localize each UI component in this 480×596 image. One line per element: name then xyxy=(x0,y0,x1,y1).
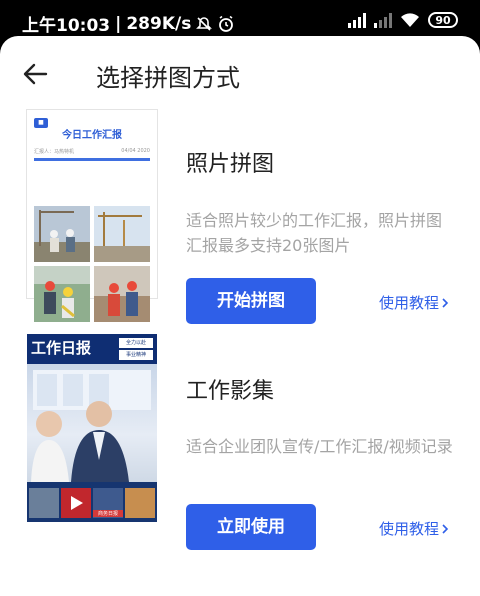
battery-icon: 90 xyxy=(428,12,458,28)
photo-collage-thumbnail[interactable]: ■ 今日工作汇报 汇报人：马热特机 04/04 2020 xyxy=(27,110,157,322)
album-tag: 事业精神 xyxy=(119,350,153,360)
network-speed: 289K/s xyxy=(126,13,192,34)
album-photo-strip: 商务日报 xyxy=(27,482,157,522)
construction-photo xyxy=(34,266,90,322)
back-arrow-icon[interactable] xyxy=(20,58,52,90)
tutorial-link-label: 使用教程 xyxy=(379,520,440,538)
card-description-photo-collage: 适合照片较少的工作汇报，照片拼图汇报最多支持20张图片 xyxy=(186,211,443,255)
signal-icon xyxy=(348,12,366,28)
start-collage-button[interactable]: 开始拼图 xyxy=(186,278,316,324)
chevron-right-icon xyxy=(442,297,449,308)
tutorial-link-work-album[interactable]: 使用教程 xyxy=(379,518,449,539)
thumb-divider xyxy=(34,158,150,161)
use-now-button[interactable]: 立即使用 xyxy=(186,504,316,550)
signal-2-icon xyxy=(374,12,392,28)
status-bar: 上午10:03 | 289K/s 90 xyxy=(0,0,480,40)
construction-photo xyxy=(94,266,150,322)
mute-icon xyxy=(196,16,213,31)
tutorial-link-photo-collage[interactable]: 使用教程 xyxy=(379,292,449,313)
status-time: 上午10:03 xyxy=(22,16,111,36)
alarm-icon xyxy=(219,15,234,32)
construction-photo xyxy=(94,206,150,262)
page-title: 选择拼图方式 xyxy=(96,64,240,92)
card-description-work-album: 适合企业团队宣传/工作汇报/视频记录 xyxy=(186,437,453,456)
work-album-thumbnail[interactable]: 工作日报 全力以赴 事业精神 商务日报 xyxy=(27,334,157,522)
thumb-date: 04/04 2020 xyxy=(121,148,150,154)
card-title-work-album: 工作影集 xyxy=(186,379,275,404)
tutorial-link-label: 使用教程 xyxy=(379,294,440,312)
status-left: 上午10:03 | 289K/s xyxy=(22,11,235,36)
chevron-right-icon xyxy=(442,523,449,534)
thumb-heading: 今日工作汇报 xyxy=(62,130,122,141)
status-divider: | xyxy=(115,13,122,34)
construction-photo xyxy=(34,206,90,262)
wifi-icon xyxy=(401,13,419,27)
album-tag: 全力以赴 xyxy=(119,338,153,348)
status-right: 90 xyxy=(348,12,458,28)
card-title-photo-collage: 照片拼图 xyxy=(186,152,275,177)
battery-level: 90 xyxy=(435,13,451,27)
office-people-photo xyxy=(27,364,157,482)
album-strip-label: 商务日报 xyxy=(93,510,123,517)
thumb-reporter: 汇报人：马热特机 xyxy=(34,149,75,155)
